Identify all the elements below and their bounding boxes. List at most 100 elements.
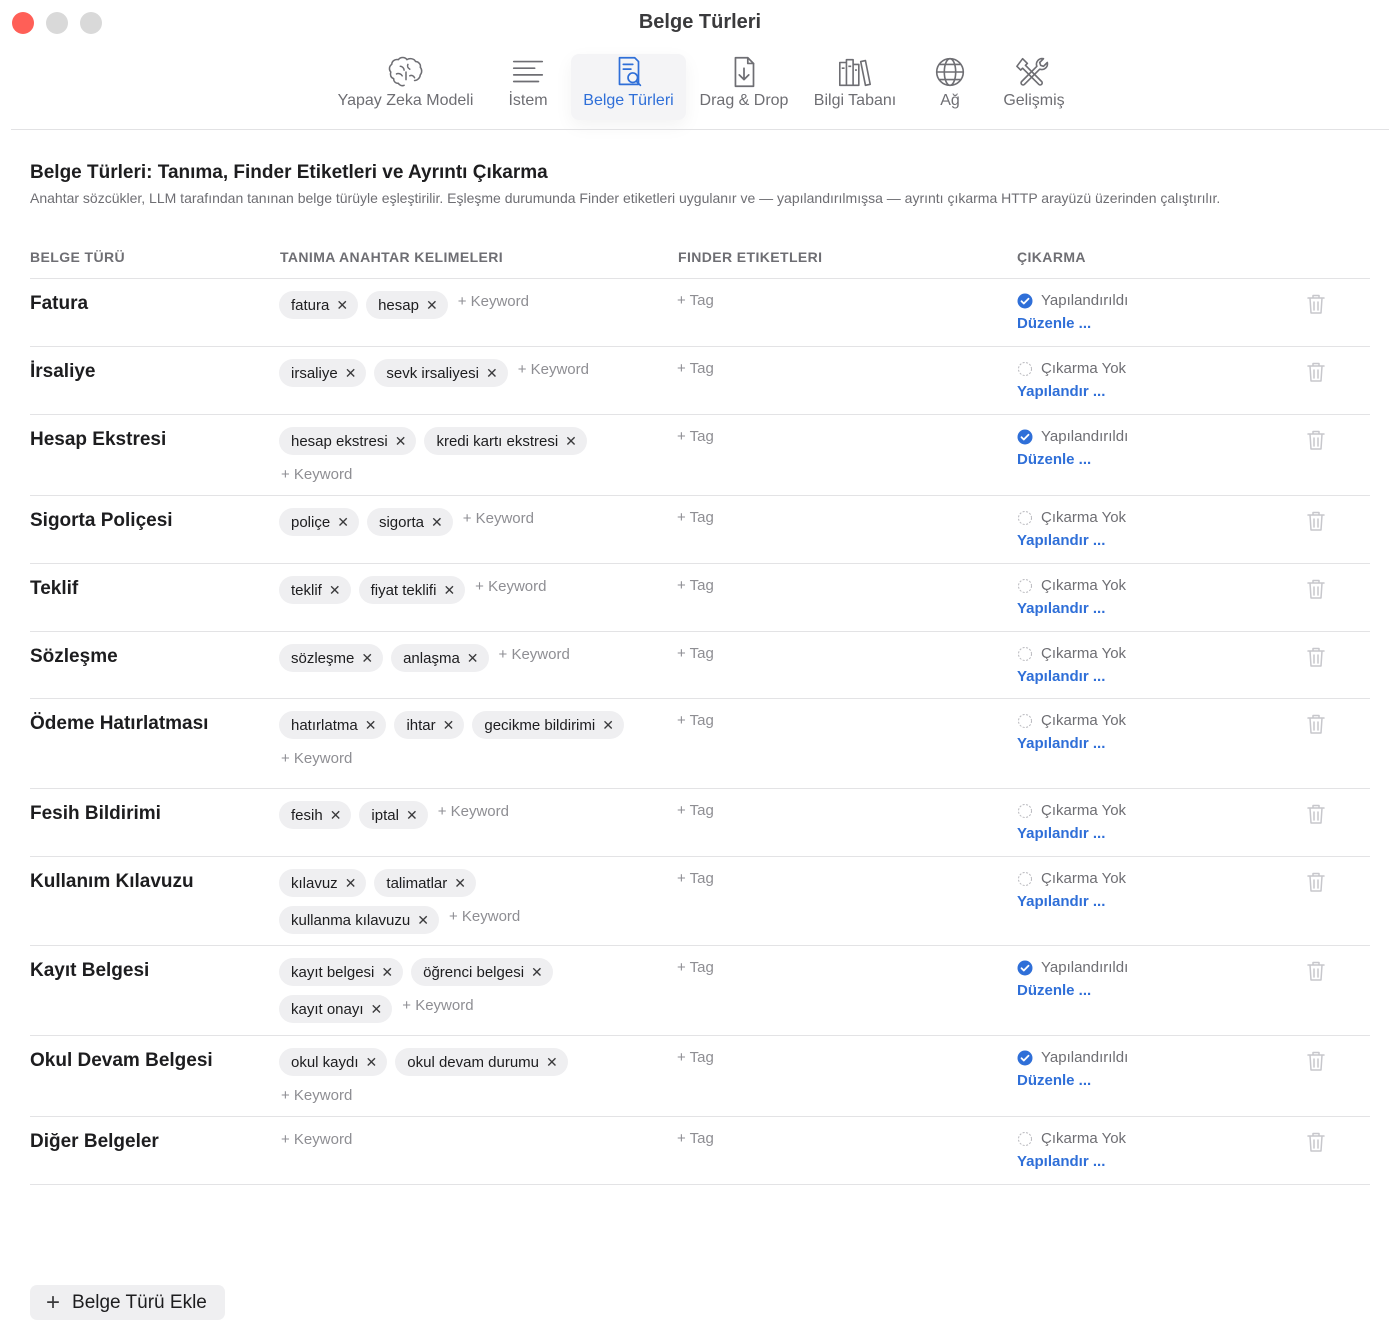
- empty-circle-icon: [1017, 871, 1033, 887]
- keyword-chip-label: sigorta: [378, 513, 424, 531]
- trash-icon[interactable]: [1306, 510, 1326, 532]
- keyword-chip-label: irsaliye: [291, 364, 338, 382]
- remove-keyword-icon[interactable]: ✕: [602, 717, 614, 734]
- add-tag-button[interactable]: + Tag: [677, 509, 714, 526]
- toolbar-tab-0[interactable]: Yapay Zeka Modeli: [324, 54, 487, 120]
- remove-keyword-icon[interactable]: ✕: [361, 650, 373, 667]
- toolbar-tab-4[interactable]: Bilgi Tabanı: [805, 54, 905, 120]
- remove-keyword-icon[interactable]: ✕: [366, 1054, 378, 1071]
- remove-keyword-icon[interactable]: ✕: [345, 365, 357, 382]
- trash-icon[interactable]: [1306, 361, 1326, 383]
- keyword-chip-label: kayıt belgesi: [291, 963, 375, 981]
- remove-keyword-icon[interactable]: ✕: [426, 297, 438, 314]
- trash-icon[interactable]: [1306, 1131, 1326, 1153]
- add-tag-button[interactable]: + Tag: [677, 712, 714, 729]
- add-keyword-button[interactable]: + Keyword: [461, 504, 534, 532]
- add-keyword-button[interactable]: + Keyword: [473, 572, 546, 600]
- extraction-status: Çıkarma Yok: [1017, 712, 1126, 729]
- add-keyword-button[interactable]: + Keyword: [497, 640, 570, 668]
- add-keyword-button[interactable]: + Keyword: [436, 797, 509, 825]
- remove-keyword-icon[interactable]: ✕: [365, 717, 377, 734]
- configure-extraction-link[interactable]: Yapılandır ...: [1017, 893, 1105, 910]
- trash-icon[interactable]: [1306, 429, 1326, 451]
- add-tag-button[interactable]: + Tag: [677, 870, 714, 887]
- remove-keyword-icon[interactable]: ✕: [395, 433, 407, 450]
- extraction-status: Çıkarma Yok: [1017, 645, 1126, 662]
- column-header-type: BELGE TÜRÜ: [30, 249, 125, 265]
- remove-keyword-icon[interactable]: ✕: [565, 433, 577, 450]
- keyword-chip-label: hatırlatma: [291, 716, 358, 734]
- document-type-name: Ödeme Hatırlatması: [30, 713, 209, 734]
- remove-keyword-icon[interactable]: ✕: [329, 582, 341, 599]
- configure-extraction-link[interactable]: Yapılandır ...: [1017, 600, 1105, 617]
- toolbar-tab-3[interactable]: Drag & Drop: [692, 54, 796, 120]
- remove-keyword-icon[interactable]: ✕: [336, 297, 348, 314]
- trash-icon[interactable]: [1306, 1050, 1326, 1072]
- remove-keyword-icon[interactable]: ✕: [417, 912, 429, 929]
- remove-keyword-icon[interactable]: ✕: [546, 1054, 558, 1071]
- remove-keyword-icon[interactable]: ✕: [454, 875, 466, 892]
- keyword-chip-label: kılavuz: [291, 874, 338, 892]
- document-type-name: Diğer Belgeler: [30, 1131, 159, 1152]
- toolbar-tab-6[interactable]: Gelişmiş: [994, 54, 1074, 120]
- add-tag-button[interactable]: + Tag: [677, 292, 714, 309]
- add-keyword-button[interactable]: + Keyword: [400, 991, 473, 1019]
- table-row: Kullanım Kılavuzu kılavuz ✕ talimatlar ✕ kull…: [30, 856, 1370, 945]
- configure-extraction-link[interactable]: Yapılandır ...: [1017, 668, 1105, 685]
- add-tag-button[interactable]: + Tag: [677, 1049, 714, 1066]
- add-tag-button[interactable]: + Tag: [677, 959, 714, 976]
- trash-icon[interactable]: [1306, 803, 1326, 825]
- add-keyword-button[interactable]: + Keyword: [279, 744, 352, 772]
- trash-icon[interactable]: [1306, 960, 1326, 982]
- trash-icon[interactable]: [1306, 646, 1326, 668]
- remove-keyword-icon[interactable]: ✕: [381, 964, 393, 981]
- configure-extraction-link[interactable]: Yapılandır ...: [1017, 735, 1105, 752]
- extraction-status-label: Yapılandırıldı: [1041, 428, 1129, 445]
- toolbar-tab-2[interactable]: Belge Türleri: [571, 54, 686, 120]
- remove-keyword-icon[interactable]: ✕: [431, 514, 443, 531]
- trash-icon[interactable]: [1306, 293, 1326, 315]
- remove-keyword-icon[interactable]: ✕: [531, 964, 543, 981]
- keyword-chip-label: fiyat teklifi: [370, 581, 437, 599]
- add-keyword-button[interactable]: + Keyword: [516, 355, 589, 383]
- add-tag-button[interactable]: + Tag: [677, 802, 714, 819]
- remove-keyword-icon[interactable]: ✕: [371, 1001, 383, 1018]
- trash-icon[interactable]: [1306, 871, 1326, 893]
- remove-keyword-icon[interactable]: ✕: [486, 365, 498, 382]
- configure-extraction-link[interactable]: Yapılandır ...: [1017, 825, 1105, 842]
- empty-circle-icon: [1017, 1131, 1033, 1147]
- add-keyword-button[interactable]: + Keyword: [279, 460, 352, 488]
- extraction-status-label: Çıkarma Yok: [1041, 712, 1127, 729]
- edit-extraction-link[interactable]: Düzenle ...: [1017, 1072, 1091, 1089]
- add-keyword-button[interactable]: + Keyword: [279, 1081, 352, 1109]
- remove-keyword-icon[interactable]: ✕: [443, 717, 455, 734]
- add-tag-button[interactable]: + Tag: [677, 1130, 714, 1147]
- keyword-chip: sözleşme ✕: [279, 644, 384, 672]
- add-document-type-button[interactable]: + Belge Türü Ekle: [30, 1285, 225, 1320]
- remove-keyword-icon[interactable]: ✕: [345, 875, 357, 892]
- add-tag-button[interactable]: + Tag: [677, 360, 714, 377]
- edit-extraction-link[interactable]: Düzenle ...: [1017, 451, 1091, 468]
- remove-keyword-icon[interactable]: ✕: [443, 582, 455, 599]
- add-keyword-button[interactable]: + Keyword: [279, 1125, 352, 1153]
- add-tag-button[interactable]: + Tag: [677, 645, 714, 662]
- configure-extraction-link[interactable]: Yapılandır ...: [1017, 1153, 1105, 1170]
- add-tag-button[interactable]: + Tag: [677, 428, 714, 445]
- add-tag-button[interactable]: + Tag: [677, 577, 714, 594]
- configure-extraction-link[interactable]: Yapılandır ...: [1017, 532, 1105, 549]
- trash-icon[interactable]: [1306, 713, 1326, 735]
- remove-keyword-icon[interactable]: ✕: [337, 514, 349, 531]
- toolbar-tab-1[interactable]: İstem: [498, 54, 558, 120]
- keyword-chip-label: kullanma kılavuzu: [291, 911, 411, 929]
- add-keyword-button[interactable]: + Keyword: [447, 902, 520, 930]
- configure-extraction-link[interactable]: Yapılandır ...: [1017, 383, 1105, 400]
- remove-keyword-icon[interactable]: ✕: [467, 650, 479, 667]
- remove-keyword-icon[interactable]: ✕: [406, 807, 418, 824]
- trash-icon[interactable]: [1306, 578, 1326, 600]
- add-keyword-button[interactable]: + Keyword: [456, 287, 529, 315]
- toolbar-tab-5[interactable]: Ağ: [926, 54, 974, 120]
- edit-extraction-link[interactable]: Düzenle ...: [1017, 982, 1091, 999]
- edit-extraction-link[interactable]: Düzenle ...: [1017, 315, 1091, 332]
- remove-keyword-icon[interactable]: ✕: [330, 807, 342, 824]
- keyword-chip-label: iptal: [371, 806, 399, 824]
